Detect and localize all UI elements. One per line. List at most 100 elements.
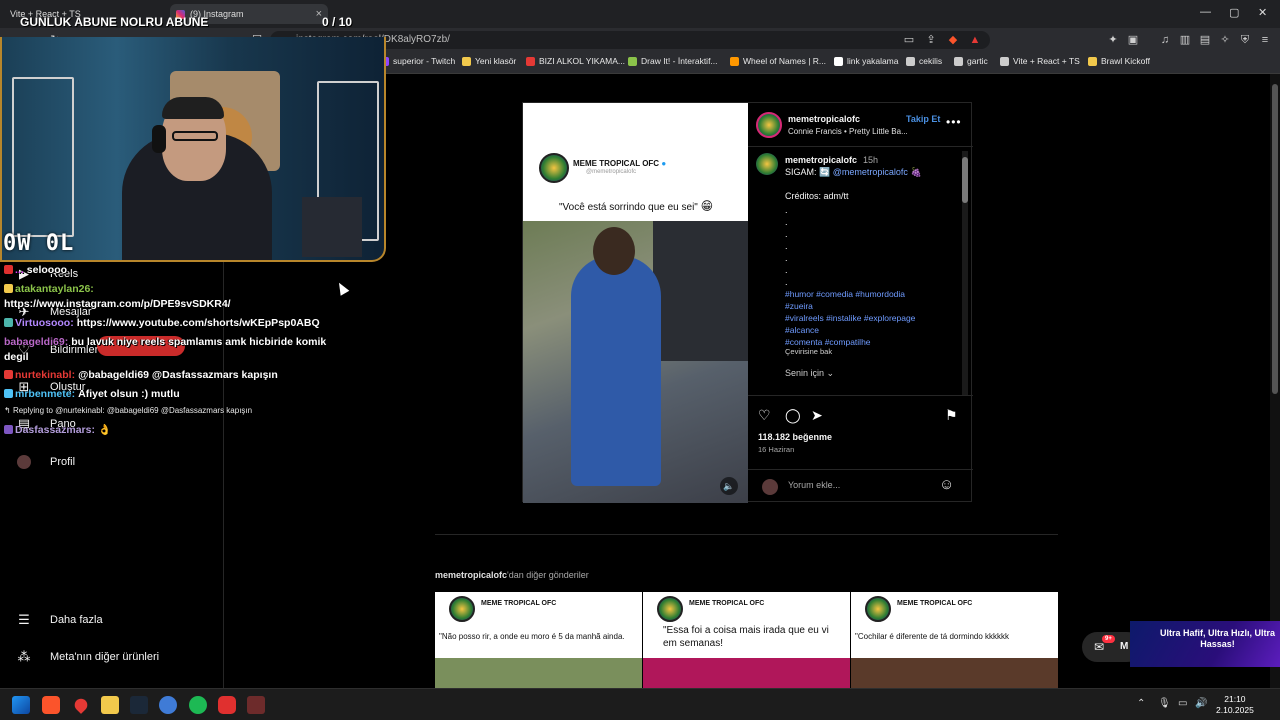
bookmark-item[interactable]: BIZI ALKOL YIKAMA...	[526, 56, 625, 66]
chat-username: babageldi69:	[4, 336, 69, 348]
volume-tray-icon[interactable]: 🔊	[1195, 698, 1207, 709]
more-post-card[interactable]: MEME TROPICAL OFC "Não posso rir, a onde…	[435, 592, 642, 688]
for-you-dropdown[interactable]: Senin için ⌄	[785, 368, 834, 379]
sidebar-item-profile[interactable]: Profil	[16, 454, 75, 470]
video-person-head	[593, 227, 635, 275]
reel-media-header: MEME TROPICAL OFC ● @memetropicalofc "Vo…	[523, 103, 748, 221]
tray-chevron-icon[interactable]: ⌃	[1137, 698, 1145, 709]
chat-message: babageldi69: bu lavuk niye reels spamlamı…	[4, 336, 326, 348]
chat-badge-icon	[4, 265, 13, 274]
scrollbar-thumb[interactable]	[962, 157, 968, 203]
caption-username[interactable]: memetropicalofc	[785, 155, 857, 165]
leo-ai-icon[interactable]: ✧	[1218, 33, 1232, 47]
post-actions: ♡ ◯ ➤ ⚑ 118.182 beğenme 16 Haziran	[748, 395, 973, 457]
maximize-icon[interactable]: ▢	[1229, 6, 1239, 19]
steam-icon[interactable]	[130, 696, 148, 714]
spotify-icon[interactable]	[189, 696, 207, 714]
more-post-card[interactable]: MEME TROPICAL OFC "Essa foi a coisa mais…	[643, 592, 850, 688]
maps-pin-icon[interactable]	[72, 696, 90, 714]
more-post-card[interactable]: MEME TROPICAL OFC "Cochilar é diferente …	[851, 592, 1058, 688]
headset-icon	[152, 125, 166, 153]
vpn-icon[interactable]: ⛨	[1238, 33, 1252, 47]
hashtag-line[interactable]: #viralreels #instalike #explorepage	[785, 313, 915, 323]
close-window-icon[interactable]: ✕	[1258, 6, 1267, 19]
bookmark-favicon-icon	[834, 56, 843, 66]
audio-track[interactable]: Connie Francis • Pretty Little Ba...	[788, 127, 908, 136]
like-count[interactable]: 118.182 beğenme	[758, 432, 832, 442]
author-username[interactable]: memetropicalofc	[788, 114, 860, 124]
microphone-icon[interactable]: 🎙	[1158, 698, 1171, 709]
save-bookmark-icon[interactable]: ⚑	[945, 407, 958, 424]
menu-icon[interactable]: ≡	[1258, 33, 1272, 47]
card-brand: MEME TROPICAL OFC	[481, 600, 557, 607]
volume-icon[interactable]: 🔈	[720, 477, 738, 495]
bookmark-item[interactable]: link yakalama	[834, 56, 899, 66]
hashtag-line[interactable]: #comenta #compatilhe	[785, 337, 871, 347]
share-icon[interactable]: ⇪	[924, 33, 938, 47]
brave-rewards-icon[interactable]: ▲	[968, 33, 982, 47]
comment-icon[interactable]: ◯	[785, 407, 801, 424]
chat-badge-icon	[4, 318, 13, 327]
network-icon[interactable]: ▭	[1178, 698, 1187, 709]
hashtag-line[interactable]: #zueira	[785, 301, 813, 311]
more-options-icon[interactable]: •••	[946, 115, 962, 129]
bookmark-item[interactable]: Vite + React + TS	[1000, 56, 1080, 66]
cast-icon[interactable]: ▭	[902, 33, 916, 47]
share-send-icon[interactable]: ➤	[811, 407, 823, 424]
reel-media[interactable]: MEME TROPICAL OFC ● @memetropicalofc "Vo…	[523, 103, 748, 503]
promo-banner: Ultra Hafif, Ultra Hızlı, Ultra Hassas!	[1130, 621, 1280, 667]
bookmark-item[interactable]: gartic	[954, 56, 988, 66]
scrollbar-thumb[interactable]	[1272, 84, 1278, 394]
chat-badge-icon	[4, 389, 13, 398]
app-globe-icon[interactable]	[159, 696, 177, 714]
chat-message: ... seloooo	[4, 264, 67, 276]
sidebar-item-meta[interactable]: ⁂ Meta'nın diğer ürünleri	[16, 649, 160, 665]
bookmark-favicon-icon	[462, 56, 471, 66]
bookmark-favicon-icon	[628, 56, 637, 66]
taskbar-clock[interactable]: 21:10 2.10.2025	[1216, 694, 1254, 716]
wallet-icon[interactable]: ▤	[1198, 33, 1212, 47]
chat-username: atakantaylan26:	[15, 283, 94, 295]
hashtag-line[interactable]: #alcance	[785, 325, 819, 335]
author-avatar[interactable]	[756, 112, 782, 138]
comment-input[interactable]: Yorum ekle...	[788, 480, 840, 490]
bookmark-item[interactable]: Draw It! - İnteraktif...	[628, 56, 718, 66]
bookmark-item[interactable]: Yeni klasör	[462, 56, 516, 66]
like-heart-icon[interactable]: ♡	[758, 407, 771, 424]
hashtag-line[interactable]: #humor #comedia #humordodia	[785, 289, 905, 299]
messages-badge: 9+	[1102, 635, 1115, 643]
caption-avatar[interactable]	[756, 153, 778, 175]
file-explorer-icon[interactable]	[101, 696, 119, 714]
reel-video[interactable]: 🔈	[523, 221, 748, 503]
minimize-icon[interactable]: —	[1200, 6, 1211, 18]
bookmark-item[interactable]: cekilis	[906, 56, 942, 66]
card-caption: "Cochilar é diferente de tá dormindo kkk…	[855, 632, 1010, 641]
brave-shield-icon[interactable]: ◆	[946, 33, 960, 47]
hand-emoji-icon: 👌	[97, 424, 112, 436]
bookmark-item[interactable]: superior - Twitch	[380, 56, 455, 66]
chat-message: nurtekinabl: @babageldi69 @Dasfassazmars …	[4, 369, 278, 381]
bookmark-favicon-icon	[954, 56, 963, 66]
caption-scrollbar[interactable]	[962, 151, 968, 395]
sidebar-item-more[interactable]: ☰ Daha fazla	[16, 612, 103, 628]
caption-dot: .	[785, 265, 788, 275]
brave-browser-icon[interactable]	[42, 696, 60, 714]
emoji-icon[interactable]: ☺	[939, 476, 954, 493]
caption-mention[interactable]: @memetropicalofc	[833, 167, 908, 177]
panel-icon[interactable]: ▥	[1178, 33, 1192, 47]
sidebar-toggle-icon[interactable]: ▣	[1126, 33, 1140, 47]
see-translation-link[interactable]: Çevirisine bak	[785, 347, 832, 356]
sidebar-item-label: Daha fazla	[50, 614, 103, 626]
hamburger-icon: ☰	[18, 612, 30, 627]
bookmark-item[interactable]: Brawl Kickoff	[1088, 56, 1150, 66]
chat-badge-icon	[4, 425, 13, 434]
windows-start-icon[interactable]	[12, 696, 30, 714]
extensions-icon[interactable]: ✦	[1106, 33, 1120, 47]
obs-app-icon[interactable]	[247, 696, 265, 714]
media-brand-name: MEME TROPICAL OFC ●	[573, 159, 667, 168]
follow-button[interactable]: Takip Et	[906, 114, 940, 124]
page-scrollbar[interactable]	[1270, 74, 1280, 688]
bookmark-item[interactable]: Wheel of Names | R...	[730, 56, 826, 66]
app-red-icon[interactable]	[218, 696, 236, 714]
media-icon[interactable]: ♫	[1158, 33, 1172, 47]
